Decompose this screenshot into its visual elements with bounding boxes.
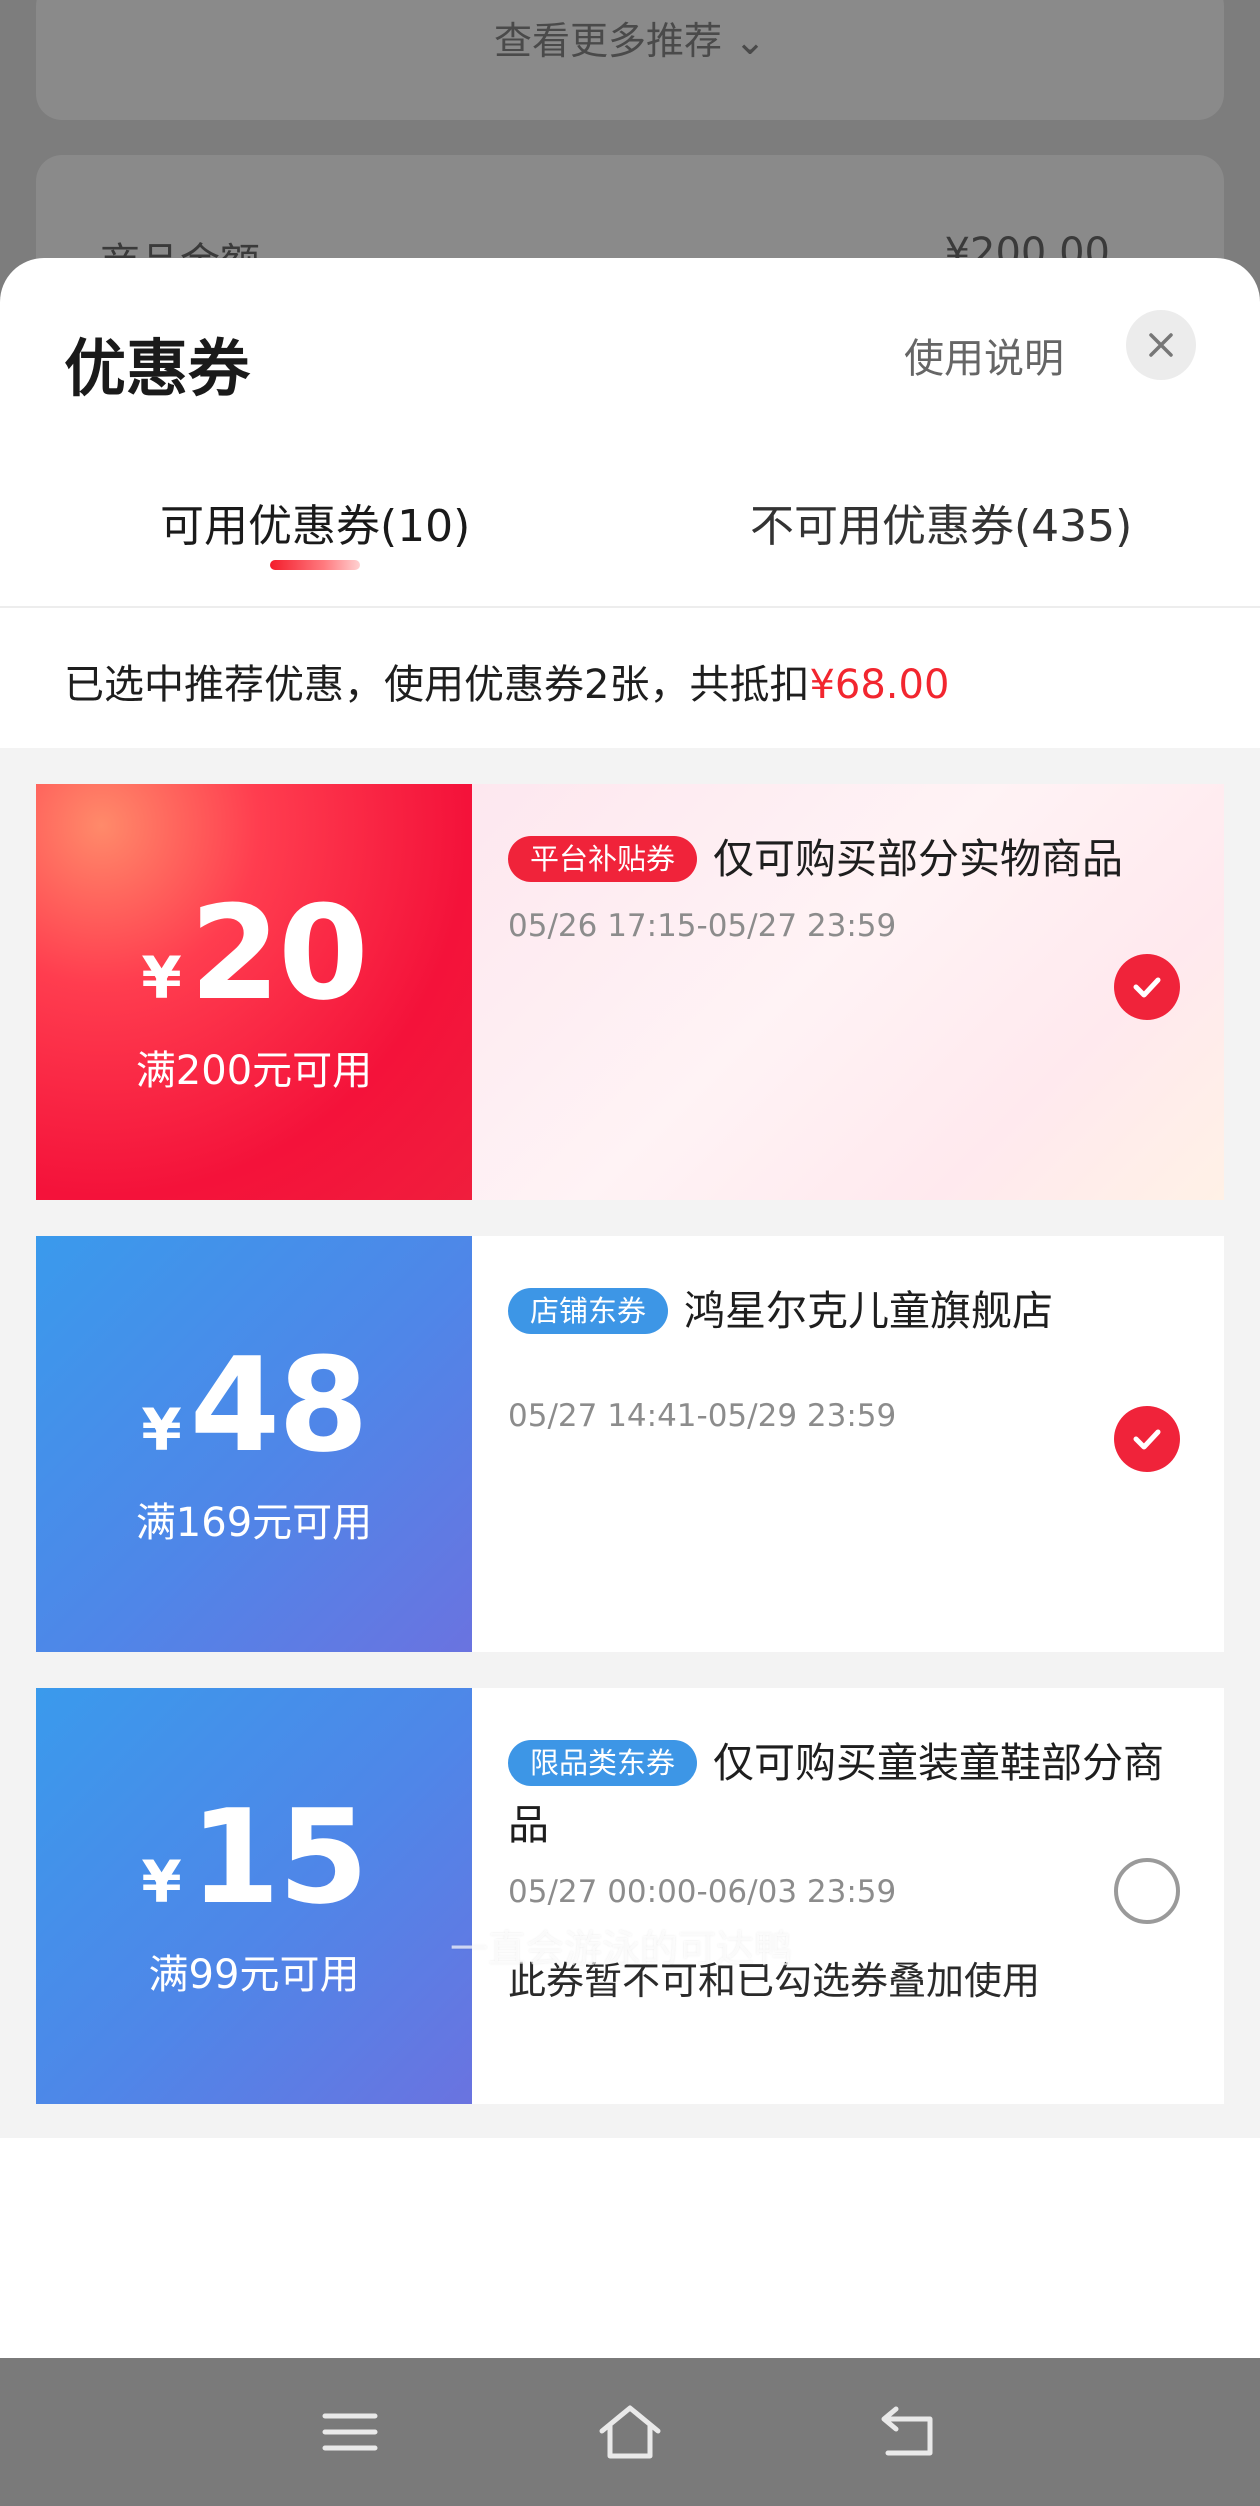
coupon-validity: 05/27 14:41-05/29 23:59	[508, 1398, 897, 1434]
coupon-validity: 05/26 17:15-05/27 23:59	[508, 908, 897, 944]
menu-icon	[322, 2413, 378, 2451]
check-icon	[1133, 1429, 1161, 1450]
selection-summary: 已选中推荐优惠，使用优惠券2张，共抵扣¥68.00	[64, 652, 949, 710]
coupon-card[interactable]: ¥ 20 满200元可用 平台补贴券 仅可购买部分实物商品 05/26 17:15…	[30, 784, 1224, 1200]
coupon-value-panel: ¥ 20 满200元可用	[30, 784, 472, 1200]
active-tab-indicator	[270, 560, 360, 570]
coupon-validity: 05/27 00:00-06/03 23:59	[508, 1874, 897, 1910]
nav-menu-button[interactable]	[314, 2396, 386, 2468]
summary-discount-amount: ¥68.00	[809, 662, 950, 708]
coupon-value-panel: ¥ 48 满169元可用	[30, 1236, 472, 1652]
coupon-amount-value: 15	[189, 1781, 369, 1933]
coupon-amount: ¥ 15	[141, 1781, 369, 1933]
coupon-title-line: 平台补贴券 仅可购买部分实物商品	[508, 828, 1180, 890]
coupon-info-panel: 店铺东券 鸿星尔克儿童旗舰店 05/27 14:41-05/29 23:59	[472, 1236, 1224, 1652]
usage-instructions-link[interactable]: 使用说明	[904, 326, 1064, 384]
currency-symbol: ¥	[141, 1396, 182, 1464]
coupon-amount-value: 20	[189, 877, 369, 1029]
home-icon	[599, 2405, 661, 2459]
coupon-type-badge: 限品类东券	[508, 1740, 698, 1786]
nav-back-button[interactable]	[872, 2396, 944, 2468]
coupon-type-badge: 店铺东券	[508, 1288, 669, 1334]
coupon-condition: 满169元可用	[135, 1500, 373, 1546]
currency-symbol: ¥	[141, 1848, 182, 1916]
coupon-value-panel: ¥ 15 满99元可用	[30, 1688, 472, 2104]
coupon-sheet: 优惠券 使用说明 可用优惠券(10) 不可用优惠券(435) 已选中推荐优惠，使…	[0, 258, 1260, 2358]
tab-available-coupons[interactable]: 可用优惠券(10)	[160, 490, 470, 554]
coupon-condition: 满200元可用	[135, 1048, 373, 1094]
coupon-card[interactable]: ¥ 48 满169元可用 店铺东券 鸿星尔克儿童旗舰店 05/27 14:41-0…	[30, 1236, 1224, 1652]
coupon-amount-value: 48	[189, 1329, 369, 1481]
back-icon	[881, 2406, 933, 2456]
tab-unavailable-coupons[interactable]: 不可用优惠券(435)	[750, 490, 1132, 554]
coupon-info-panel: 限品类东券 仅可购买童装童鞋部分商品 05/27 00:00-06/03 23:5…	[472, 1688, 1224, 2104]
coupon-amount: ¥ 48	[141, 1329, 369, 1481]
coupon-select-checkbox[interactable]	[1114, 1406, 1180, 1472]
coupon-list[interactable]: ¥ 20 满200元可用 平台补贴券 仅可购买部分实物商品 05/26 17:15…	[0, 748, 1260, 2138]
background-more-recommendations: 查看更多推荐 ⌄	[494, 19, 766, 63]
watermark: 一直会游泳的可达鸭	[450, 1927, 793, 1971]
coupon-title-line: 店铺东券 鸿星尔克儿童旗舰店	[508, 1280, 1180, 1342]
nav-home-button[interactable]	[594, 2396, 666, 2468]
close-button[interactable]	[1126, 310, 1196, 380]
coupon-select-checkbox[interactable]	[1114, 954, 1180, 1020]
sheet-title: 优惠券	[64, 332, 251, 405]
close-icon	[1149, 333, 1173, 357]
coupon-info-panel: 平台补贴券 仅可购买部分实物商品 05/26 17:15-05/27 23:59	[472, 784, 1224, 1200]
coupon-type-badge: 平台补贴券	[508, 836, 698, 882]
system-navigation-bar	[0, 2358, 1260, 2506]
coupon-condition: 满99元可用	[148, 1952, 360, 1998]
coupon-title: 仅可购买部分实物商品	[713, 835, 1124, 883]
summary-text: 已选中推荐优惠，使用优惠券2张，共抵扣	[64, 662, 810, 708]
check-icon	[1133, 977, 1161, 998]
coupon-amount: ¥ 20	[141, 877, 369, 1029]
coupon-title: 鸿星尔克儿童旗舰店	[684, 1287, 1054, 1335]
coupon-title-line: 限品类东券 仅可购买童装童鞋部分商品	[508, 1732, 1180, 1856]
currency-symbol: ¥	[141, 944, 182, 1012]
coupon-card[interactable]: ¥ 15 满99元可用 限品类东券 仅可购买童装童鞋部分商品 05/27 00:0…	[30, 1688, 1224, 2104]
coupon-select-checkbox[interactable]	[1114, 1858, 1180, 1924]
tab-divider	[0, 606, 1260, 608]
